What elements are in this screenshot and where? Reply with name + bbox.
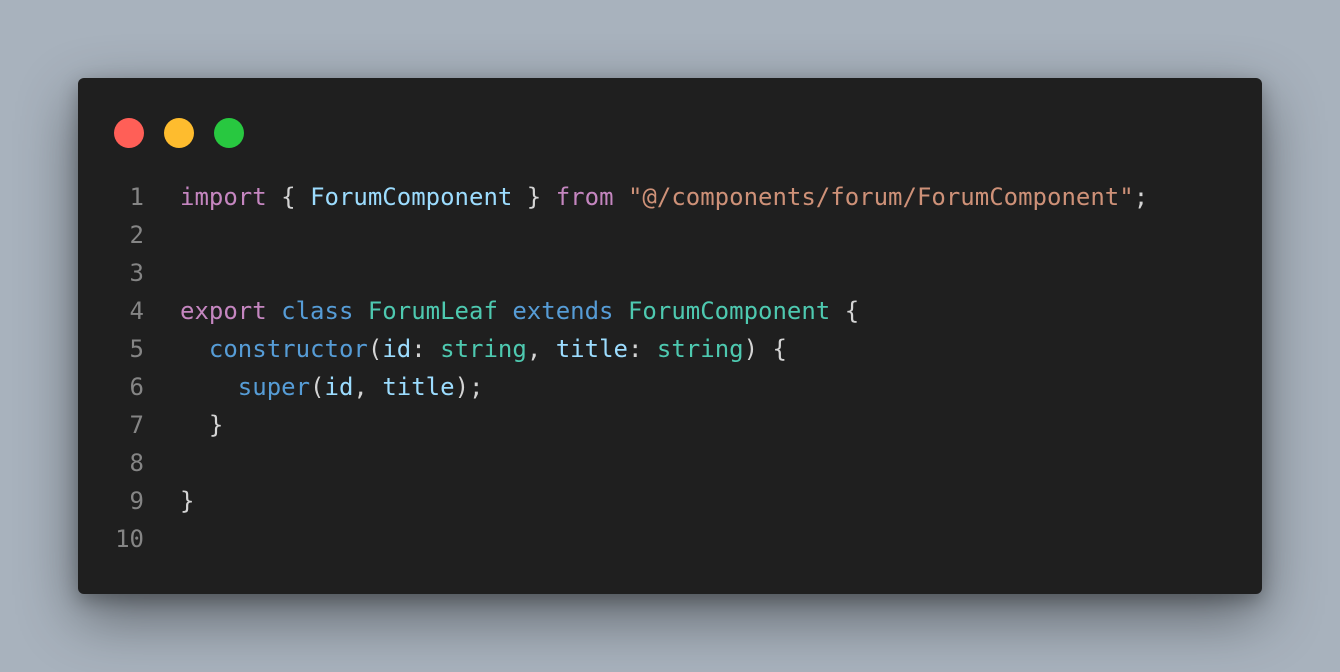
code-token: string [656,335,744,363]
code-line: 4 export class ForumLeaf extends ForumCom… [78,292,1262,330]
code-editor: 1 import { ForumComponent } from "@/compo… [78,178,1262,558]
code-token: ; [1133,183,1149,211]
code-token: id [382,335,412,363]
window-controls [114,118,244,148]
line-source: export class ForumLeaf extends ForumComp… [180,292,859,330]
code-token: ( [310,373,325,401]
maximize-window-button[interactable] [214,118,244,148]
code-line: 9} [78,482,1262,520]
code-token: from [555,183,614,211]
line-number: 2 [129,221,144,249]
minimize-window-button[interactable] [164,118,194,148]
code-line: 2 [78,216,1262,254]
code-token: import [180,183,267,211]
line-source: } [180,482,194,520]
code-token: } [512,183,556,211]
line-number: 4 [129,297,144,325]
code-token: "@/components/forum/ForumComponent" [627,183,1134,211]
code-token: ForumComponent [310,183,513,211]
code-token: , [353,373,383,401]
code-token: class [281,297,354,325]
line-number: 5 [129,335,144,363]
line-source: import { ForumComponent } from "@/compon… [180,178,1148,216]
code-window: 1 import { ForumComponent } from "@/compo… [78,78,1262,594]
code-token: ); [454,373,484,401]
code-token: } [180,411,224,439]
line-number: 8 [129,449,144,477]
code-line: 5 constructor(id: string, title: string)… [78,330,1262,368]
code-token: ) { [743,335,787,363]
code-token: } [180,487,195,515]
code-token: : [627,335,657,363]
code-line: 8 [78,444,1262,482]
code-token: , [526,335,556,363]
code-token: { [266,183,311,211]
line-source: } [180,406,223,444]
code-token: : [411,335,441,363]
line-number: 9 [129,487,144,515]
code-line: 7 } [78,406,1262,444]
code-token: export [180,297,267,325]
code-token: extends [512,297,614,325]
code-line: 1 import { ForumComponent } from "@/compo… [78,178,1262,216]
code-token: title [555,335,628,363]
code-token: { [830,297,860,325]
close-window-button[interactable] [114,118,144,148]
code-token: string [440,335,527,363]
code-token: super [237,373,311,401]
code-line: 10 [78,520,1262,558]
code-line: 3 [78,254,1262,292]
code-token: ForumComponent [627,297,831,325]
line-number: 3 [129,259,144,287]
code-token: ( [367,335,383,363]
line-source: constructor(id: string, title: string) { [180,330,787,368]
code-line: 6 super(id, title); [78,368,1262,406]
line-source: super(id, title); [180,368,484,406]
line-number: 6 [129,373,144,401]
line-number: 7 [129,411,144,439]
line-number: 1 [129,183,144,211]
code-token: ForumLeaf [367,297,498,325]
code-token: constructor [208,335,368,363]
line-number: 10 [115,525,144,553]
code-token: id [324,373,354,401]
code-token: title [382,373,455,401]
